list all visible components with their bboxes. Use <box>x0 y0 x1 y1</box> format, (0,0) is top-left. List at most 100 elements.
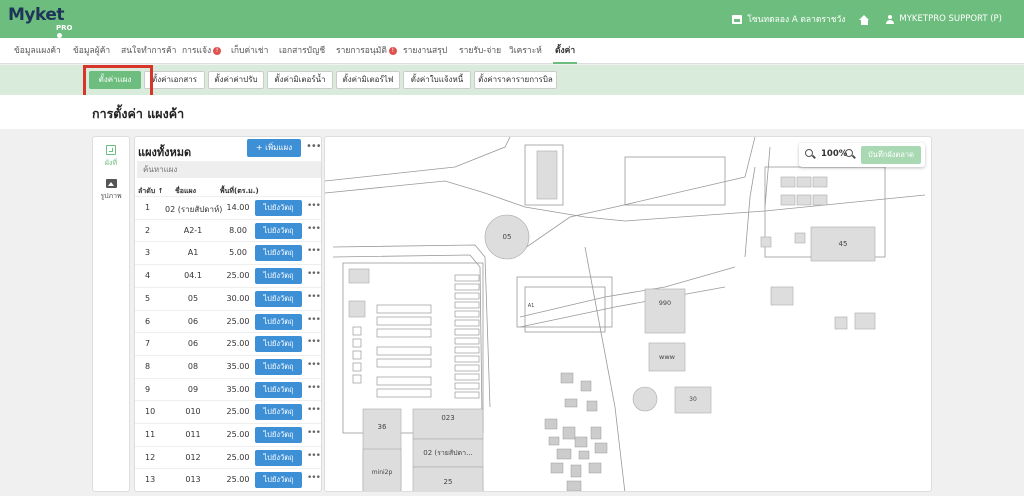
table-row[interactable]: 4 04.1 25.00 ไปยังวัตถุ ••• <box>135 264 321 287</box>
nav-label: รายงานสรุป <box>403 46 448 56</box>
table-row[interactable]: 2 A2-1 8.00 ไปยังวัตถุ ••• <box>135 218 321 242</box>
row-stall-name: 02 (รายสัปดาห์) <box>165 205 223 214</box>
table-row[interactable]: 9 09 35.00 ไปยังวัตถุ ••• <box>135 377 321 401</box>
table-row[interactable]: 3 A1 5.00 ไปยังวัตถุ ••• <box>135 241 321 264</box>
market-selector[interactable]: โซนทดลอง A ตลาดราชวัง <box>732 12 845 26</box>
tab-document-settings[interactable]: ตั้งค่าเอกสาร <box>144 71 205 89</box>
go-to-object-button[interactable]: ไปยังวัตถุ <box>255 404 302 421</box>
go-to-object-button[interactable]: ไปยังวัตถุ <box>255 449 302 466</box>
row-stall-name: 013 <box>185 475 201 485</box>
table-row[interactable]: 12 012 25.00 ไปยังวัตถุ ••• <box>135 445 321 469</box>
floor-plan-svg[interactable]: 05 45 990 www 30 36 023 02 (รายสัปดา... … <box>325 137 932 492</box>
go-to-object-button[interactable]: ไปยังวัตถุ <box>255 313 302 330</box>
go-to-object-button[interactable]: ไปยังวัตถุ <box>255 290 302 307</box>
highlight-annotation <box>83 65 153 98</box>
go-to-object-button[interactable]: ไปยังวัตถุ <box>255 381 302 398</box>
page-header: การตั้งค่า แผงค้า <box>0 95 1024 129</box>
go-to-object-button[interactable]: ไปยังวัตถุ <box>255 245 302 262</box>
tab-fine-settings[interactable]: ตั้งค่าค่าปรับ <box>208 71 264 89</box>
tab-image[interactable]: รูปภาพ <box>93 179 129 202</box>
zoom-out-icon[interactable] <box>805 149 813 157</box>
map-label-a1: A1 <box>528 303 535 309</box>
add-stall-button[interactable]: + เพิ่มแผง <box>247 139 301 157</box>
tab-floor-plan[interactable]: ผังที่ <box>93 145 129 169</box>
go-to-object-button[interactable]: ไปยังวัตถุ <box>255 336 302 353</box>
save-floor-plan-button[interactable]: บันทึกผังตลาด <box>861 146 921 164</box>
tab-label: รูปภาพ <box>100 192 122 200</box>
zoom-level: 100% <box>821 149 848 159</box>
nav-label: รายรับ-จ่าย <box>459 46 502 56</box>
nav-income-expense[interactable]: รายรับ-จ่าย <box>459 38 501 64</box>
nav-label: เก็บค่าเช่า <box>231 46 269 56</box>
nav-notify[interactable]: การแจ้ง! <box>182 38 222 64</box>
tab-electric-meter-settings[interactable]: ตั้งค่ามิเตอร์ไฟ <box>336 71 400 89</box>
logo[interactable]: Myket PRO <box>8 5 72 38</box>
row-more-icon[interactable]: ••• <box>307 360 321 370</box>
row-stall-name: A1 <box>187 248 199 258</box>
zoom-in-icon[interactable] <box>845 149 853 157</box>
go-to-object-button[interactable]: ไปยังวัตถุ <box>255 222 302 239</box>
nav-vendor-info[interactable]: ข้อมูลผู้ค้า <box>73 38 110 64</box>
floor-plan-canvas[interactable]: 05 45 990 www 30 36 023 02 (รายสัปดา... … <box>324 136 932 492</box>
nav-analytics[interactable]: วิเคราะห์ <box>509 38 542 64</box>
row-more-icon[interactable]: ••• <box>307 383 321 393</box>
table-row[interactable]: 11 011 25.00 ไปยังวัตถุ ••• <box>135 423 321 446</box>
go-to-object-button[interactable]: ไปยังวัตถุ <box>255 427 302 443</box>
row-more-icon[interactable]: ••• <box>307 405 321 415</box>
stall-list-title: แผงทั้งหมด <box>138 146 192 159</box>
nav-summary-report[interactable]: รายงานสรุป <box>403 38 447 64</box>
row-stall-name: A2-1 <box>183 225 203 235</box>
map-label-02: 02 (รายสัปดา... <box>423 449 473 457</box>
row-more-icon[interactable]: ••• <box>307 292 321 302</box>
go-to-object-button[interactable]: ไปยังวัตถุ <box>255 472 302 489</box>
tab-invoice-settings[interactable]: ตั้งค่าใบแจ้งหนี้ <box>403 71 471 89</box>
nav-interested[interactable]: สนใจทำการค้า <box>121 38 176 64</box>
nav-settings[interactable]: ตั้งค่า <box>552 38 578 64</box>
table-row[interactable]: 5 05 30.00 ไปยังวัตถุ ••• <box>135 286 321 310</box>
row-area: 25.00 <box>226 339 250 349</box>
row-more-icon[interactable]: ••• <box>307 246 321 256</box>
page-title: การตั้งค่า แผงค้า <box>92 106 185 121</box>
settings-sub-nav: ตั้งค่าแผง ตั้งค่าเอกสาร ตั้งค่าค่าปรับ … <box>0 65 1024 95</box>
table-row[interactable]: 7 06 25.00 ไปยังวัตถุ ••• <box>135 332 321 355</box>
row-more-icon[interactable]: ••• <box>307 224 321 234</box>
row-more-icon[interactable]: ••• <box>307 428 321 438</box>
row-more-icon[interactable]: ••• <box>307 473 321 483</box>
row-more-icon[interactable]: ••• <box>307 337 321 347</box>
home-button[interactable] <box>859 14 870 25</box>
table-row[interactable]: 10 010 25.00 ไปยังวัตถุ ••• <box>135 400 321 423</box>
nav-rent-collection[interactable]: เก็บค่าเช่า <box>231 38 268 64</box>
table-row[interactable]: 13 013 25.00 ไปยังวัตถุ ••• <box>135 468 321 491</box>
nav-label: ข้อมูลแผงค้า <box>14 46 61 56</box>
nav-label: การแจ้ง <box>182 46 212 56</box>
row-area: 14.00 <box>226 203 250 212</box>
table-row[interactable]: 6 06 25.00 ไปยังวัตถุ ••• <box>135 309 321 333</box>
stall-search-input[interactable] <box>137 161 321 178</box>
table-row[interactable]: 8 08 35.00 ไปยังวัตถุ ••• <box>135 354 321 378</box>
table-row[interactable]: 1 02 (รายสัปดาห์) 14.00 ไปยังวัตถุ ••• <box>135 196 321 219</box>
user-menu[interactable]: MYKETPRO SUPPORT (P) <box>885 14 1002 24</box>
row-more-icon[interactable]: ••• <box>307 315 321 325</box>
map-label-25: 25 <box>444 478 453 486</box>
row-order: 12 <box>145 452 156 462</box>
row-stall-name: 012 <box>185 452 201 462</box>
map-label-36: 36 <box>378 423 387 431</box>
more-options-icon[interactable]: ••• <box>306 141 321 152</box>
row-area: 25.00 <box>226 407 250 417</box>
row-stall-name: 09 <box>187 384 199 394</box>
logo-text: Myket <box>8 5 65 25</box>
row-more-icon[interactable]: ••• <box>307 451 321 461</box>
go-to-object-button[interactable]: ไปยังวัตถุ <box>255 358 302 375</box>
nav-stall-info[interactable]: ข้อมูลแผงค้า <box>14 38 61 64</box>
row-area: 8.00 <box>229 225 247 235</box>
row-more-icon[interactable]: ••• <box>307 201 321 211</box>
go-to-object-button[interactable]: ไปยังวัตถุ <box>255 268 302 285</box>
row-order: 2 <box>145 225 151 235</box>
tab-water-meter-settings[interactable]: ตั้งค่ามิเตอร์น้ำ <box>267 71 333 89</box>
go-to-object-button[interactable]: ไปยังวัตถุ <box>255 200 302 216</box>
tab-bill-price-settings[interactable]: ตั้งค่าราคารายการบิล <box>474 71 557 89</box>
nav-label: ข้อมูลผู้ค้า <box>73 46 111 56</box>
row-more-icon[interactable]: ••• <box>307 269 321 279</box>
nav-approvals[interactable]: รายการอนุมัติ! <box>336 38 397 64</box>
nav-accounting-docs[interactable]: เอกสารบัญชี <box>279 38 325 64</box>
